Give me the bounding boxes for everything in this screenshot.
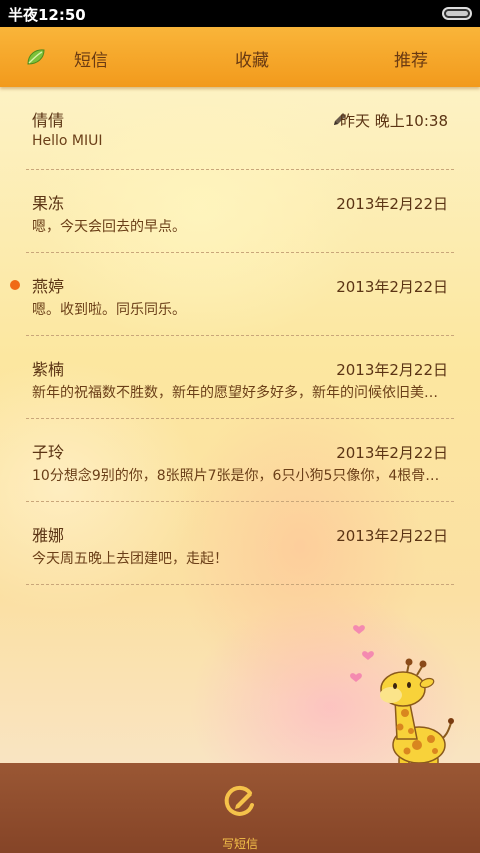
tab-sms[interactable]: 短信 [74, 46, 108, 71]
message-item[interactable]: 倩倩 昨天 晚上10:38 Hello MIUI [26, 87, 454, 170]
message-date: 昨天 晚上10:38 [340, 112, 448, 130]
message-item[interactable]: 子玲 2013年2月22日 10分想念9别的你，8张照片7张是你，6只小狗5只像… [26, 419, 454, 502]
contact-name: 紫楠 [32, 360, 65, 379]
tab-recommended[interactable]: 推荐 [394, 46, 428, 71]
contact-name: 倩倩 [32, 111, 65, 130]
message-preview: 嗯，今天会回去的早点。 [32, 219, 186, 235]
leaf-icon [26, 48, 46, 70]
message-item[interactable]: 紫楠 2013年2月22日 新年的祝福数不胜数，新年的愿望好多好多，新年的问候依… [26, 336, 454, 419]
message-preview: Hello MIUI [32, 133, 103, 149]
contact-name: 子玲 [32, 443, 65, 462]
tab-favorites[interactable]: 收藏 [235, 46, 269, 71]
contact-name: 果冻 [32, 194, 65, 213]
message-item[interactable]: 果冻 2013年2月22日 嗯，今天会回去的早点。 [26, 170, 454, 253]
message-preview: 10分想念9别的你，8张照片7张是你，6只小狗5只像你，4根骨头… [32, 468, 446, 484]
message-item[interactable]: 燕婷 2013年2月22日 嗯。收到啦。同乐同乐。 [10, 253, 454, 336]
message-preview: 嗯。收到啦。同乐同乐。 [32, 302, 186, 318]
compose-button[interactable]: 写短信 [200, 777, 280, 853]
status-time: 半夜12:50 [8, 6, 86, 24]
contact-name: 雅娜 [32, 526, 65, 545]
message-preview: 今天周五晚上去团建吧，走起！ [32, 551, 228, 567]
message-preview: 新年的祝福数不胜数，新年的愿望好多好多，新年的问候依旧美好… [32, 385, 446, 401]
message-date: 2013年2月22日 [336, 444, 448, 462]
giraffe-illustration [345, 617, 460, 763]
message-date: 2013年2月22日 [336, 361, 448, 379]
divider [26, 584, 454, 585]
compose-label: 写短信 [221, 837, 258, 851]
message-date: 2013年2月22日 [336, 527, 448, 545]
compose-icon [222, 783, 258, 823]
message-date: 2013年2月22日 [336, 195, 448, 213]
unread-indicator [10, 280, 20, 290]
message-list: 倩倩 昨天 晚上10:38 Hello MIUI 果冻 2013年2月22日 嗯… [0, 87, 480, 763]
message-item[interactable]: 雅娜 2013年2月22日 今天周五晚上去团建吧，走起！ [26, 502, 454, 585]
bottom-bar: 写短信 [0, 763, 480, 853]
status-bar: 半夜12:50 [0, 0, 480, 27]
message-date: 2013年2月22日 [336, 278, 448, 296]
battery-icon [442, 7, 472, 20]
contact-name: 燕婷 [32, 277, 65, 296]
tab-bar: 短信 收藏 推荐 [0, 27, 480, 87]
